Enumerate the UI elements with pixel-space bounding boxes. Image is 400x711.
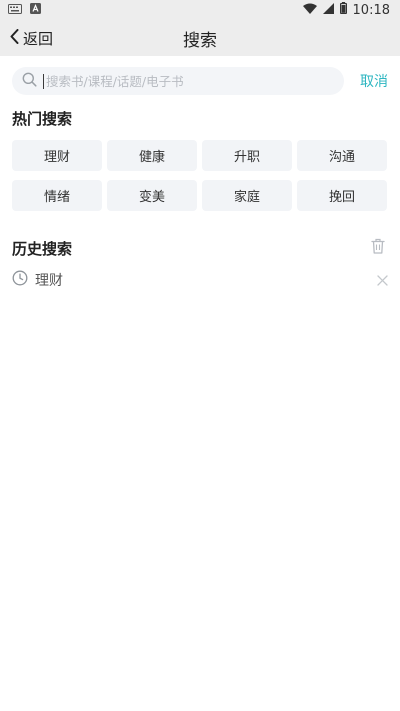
hot-tag[interactable]: 理财	[12, 140, 102, 171]
status-bar: 10:18	[0, 0, 400, 20]
status-time: 10:18	[352, 2, 390, 18]
close-icon[interactable]	[377, 271, 388, 290]
hot-search-title: 热门搜索	[12, 110, 73, 128]
search-box[interactable]	[12, 67, 344, 95]
page-title: 搜索	[183, 30, 217, 51]
hot-tag[interactable]: 升职	[202, 140, 292, 171]
hot-tag[interactable]: 挽回	[297, 180, 387, 211]
hot-tag[interactable]: 变美	[107, 180, 197, 211]
hot-search-grid: 理财 健康 升职 沟通 情绪 变美 家庭 挽回	[12, 140, 388, 211]
wifi-icon	[302, 3, 317, 18]
signal-icon	[322, 2, 334, 18]
chevron-left-icon	[10, 28, 19, 48]
search-row: 取消	[12, 66, 388, 96]
history-title: 历史搜索	[12, 240, 73, 258]
hot-tag[interactable]: 家庭	[202, 180, 292, 211]
app-notification-icon	[30, 2, 41, 18]
hot-tag[interactable]: 情绪	[12, 180, 102, 211]
back-button[interactable]: 返回	[0, 28, 53, 49]
cancel-button[interactable]: 取消	[360, 71, 388, 91]
history-item-label: 理财	[35, 273, 63, 289]
search-icon	[22, 72, 37, 91]
search-input[interactable]	[43, 73, 316, 89]
battery-icon	[339, 2, 347, 18]
trash-icon[interactable]	[371, 238, 385, 258]
hot-tag[interactable]: 健康	[107, 140, 197, 171]
back-label: 返回	[23, 29, 54, 48]
keyboard-icon	[8, 3, 22, 18]
nav-bar: 返回 搜索	[0, 20, 400, 56]
hot-tag[interactable]: 沟通	[297, 140, 387, 171]
clock-icon	[12, 270, 28, 290]
history-item[interactable]: 理财	[12, 269, 388, 291]
